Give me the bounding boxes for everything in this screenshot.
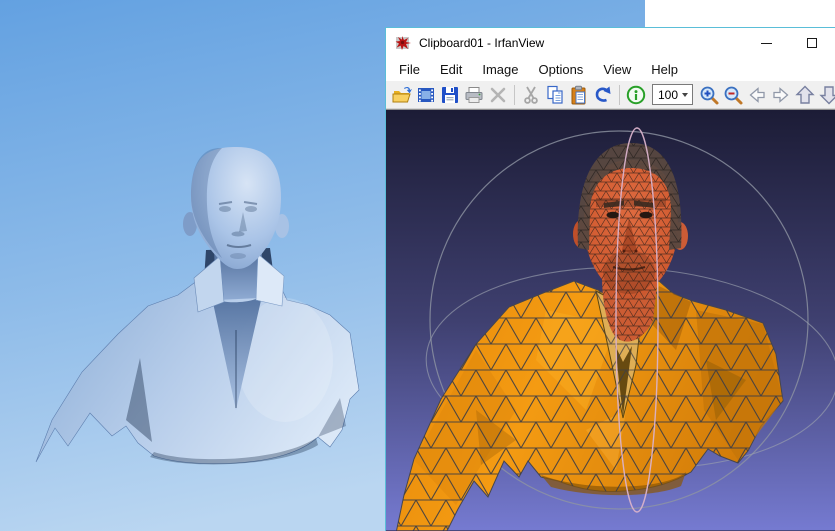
first-image-icon[interactable] <box>794 83 816 107</box>
zoom-in-icon[interactable] <box>698 83 720 107</box>
menu-view[interactable]: View <box>593 60 641 79</box>
maximize-icon <box>807 38 817 48</box>
menu-image[interactable]: Image <box>472 60 528 79</box>
menu-help[interactable]: Help <box>641 60 688 79</box>
caption-buttons <box>743 28 835 58</box>
minimize-icon <box>761 43 772 44</box>
open-file-icon[interactable] <box>391 83 413 107</box>
copy-icon[interactable] <box>544 83 566 107</box>
save-icon[interactable] <box>439 83 461 107</box>
toolbar-separator <box>619 85 620 105</box>
mesh-bust-image <box>386 110 835 531</box>
zoom-out-icon[interactable] <box>722 83 744 107</box>
thumbnails-icon[interactable] <box>415 83 437 107</box>
menu-options[interactable]: Options <box>529 60 594 79</box>
irfanview-window: Clipboard01 - IrfanView File Edit Image … <box>385 27 835 531</box>
next-image-icon[interactable] <box>770 83 792 107</box>
window-title: Clipboard01 - IrfanView <box>419 36 544 50</box>
menu-file[interactable]: File <box>389 60 430 79</box>
cut-icon[interactable] <box>520 83 542 107</box>
chevron-down-icon[interactable] <box>678 85 692 104</box>
undo-icon[interactable] <box>592 83 614 107</box>
delete-icon[interactable] <box>487 83 509 107</box>
maximize-button[interactable] <box>789 28 835 58</box>
title-bar[interactable]: Clipboard01 - IrfanView <box>386 28 835 58</box>
minimize-button[interactable] <box>743 28 789 58</box>
zoom-dropdown[interactable]: 100 <box>652 84 693 105</box>
print-icon[interactable] <box>463 83 485 107</box>
menu-edit[interactable]: Edit <box>430 60 472 79</box>
irfanview-app-icon <box>395 35 413 51</box>
paste-icon[interactable] <box>568 83 590 107</box>
zoom-value: 100 <box>653 88 678 102</box>
image-info-icon[interactable] <box>625 83 647 107</box>
last-image-icon[interactable] <box>818 83 835 107</box>
previous-image-icon[interactable] <box>746 83 768 107</box>
toolbar-separator <box>514 85 515 105</box>
menu-bar: File Edit Image Options View Help <box>386 58 835 81</box>
toolbar: 100 <box>386 81 835 109</box>
screen: Clipboard01 - IrfanView File Edit Image … <box>0 0 835 531</box>
image-viewport[interactable] <box>386 109 835 531</box>
